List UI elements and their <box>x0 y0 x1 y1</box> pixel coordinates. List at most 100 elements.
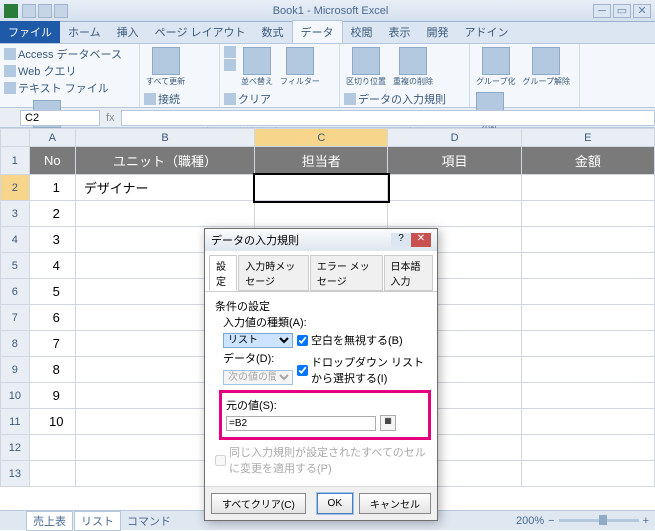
tab-view[interactable]: 表示 <box>381 21 419 43</box>
tab-file[interactable]: ファイル <box>0 21 60 43</box>
minimize-button[interactable]: ─ <box>593 4 611 18</box>
cell-A5[interactable]: 4 <box>29 253 75 279</box>
cell-E10[interactable] <box>521 383 654 409</box>
btn-web[interactable]: Web クエリ <box>4 63 122 79</box>
maximize-button[interactable]: ▭ <box>613 4 631 18</box>
cell-A13[interactable] <box>29 461 75 487</box>
source-input[interactable] <box>226 416 376 431</box>
dialog-tab-error-msg[interactable]: エラー メッセージ <box>310 255 383 291</box>
dialog-tab-settings[interactable]: 設定 <box>209 255 237 291</box>
btn-data-validation[interactable]: データの入力規則 <box>344 91 446 107</box>
btn-group[interactable]: グループ化 <box>474 46 518 88</box>
cell-A7[interactable]: 6 <box>29 305 75 331</box>
cell-E3[interactable] <box>521 201 654 227</box>
zoom-slider[interactable] <box>559 519 639 522</box>
tab-pagelayout[interactable]: ページ レイアウト <box>147 21 254 43</box>
dialog-titlebar[interactable]: データの入力規則 ? ✕ <box>205 229 437 251</box>
cell-C2[interactable] <box>255 175 388 201</box>
btn-refresh-all[interactable]: すべて更新 <box>144 46 187 88</box>
select-all-corner[interactable] <box>1 129 30 147</box>
zoom-out-button[interactable]: − <box>548 515 554 527</box>
row-header-13[interactable]: 13 <box>1 461 30 487</box>
sheet-tab-2[interactable]: リスト <box>74 511 121 531</box>
btn-sort[interactable]: 並べ替え <box>239 46 275 88</box>
dialog-close-button[interactable]: ✕ <box>411 233 431 247</box>
cell-E5[interactable] <box>521 253 654 279</box>
btn-connections[interactable]: 接続 <box>144 91 215 107</box>
header-unit[interactable]: ユニット（職種） <box>75 147 254 175</box>
range-picker-icon[interactable]: ▦ <box>380 415 396 431</box>
cell-B3[interactable] <box>75 201 254 227</box>
row-header-6[interactable]: 6 <box>1 279 30 305</box>
qat-redo-icon[interactable] <box>54 4 68 18</box>
ok-button[interactable]: OK <box>317 493 353 514</box>
btn-filter[interactable]: フィルター <box>278 46 322 88</box>
btn-access[interactable]: Access データベース <box>4 46 122 62</box>
dialog-help-button[interactable]: ? <box>391 233 411 247</box>
tab-formulas[interactable]: 数式 <box>254 21 292 43</box>
row-header-12[interactable]: 12 <box>1 435 30 461</box>
tab-insert[interactable]: 挿入 <box>109 21 147 43</box>
header-no[interactable]: No <box>29 147 75 175</box>
cell-E13[interactable] <box>521 461 654 487</box>
btn-clear[interactable]: クリア <box>224 91 282 107</box>
col-header-D[interactable]: D <box>388 129 521 147</box>
btn-sort-za[interactable] <box>224 59 236 71</box>
tab-data[interactable]: データ <box>292 20 343 43</box>
name-box[interactable]: C2 <box>20 110 100 126</box>
cell-C3[interactable] <box>255 201 388 227</box>
cell-A2[interactable]: 1 <box>29 175 75 201</box>
cell-D3[interactable] <box>388 201 521 227</box>
btn-sort-az[interactable] <box>224 46 236 58</box>
cell-E8[interactable] <box>521 331 654 357</box>
cancel-button[interactable]: キャンセル <box>359 493 431 514</box>
header-item[interactable]: 項目 <box>388 147 521 175</box>
btn-ungroup[interactable]: グループ解除 <box>521 46 573 88</box>
cell-A11[interactable]: 10 <box>29 409 75 435</box>
row-header-8[interactable]: 8 <box>1 331 30 357</box>
cell-E6[interactable] <box>521 279 654 305</box>
dropdown-checkbox[interactable]: ドロップダウン リストから選択する(I) <box>297 354 427 386</box>
allow-select[interactable]: リスト <box>223 333 293 348</box>
cell-A10[interactable]: 9 <box>29 383 75 409</box>
cell-A3[interactable]: 2 <box>29 201 75 227</box>
qat-undo-icon[interactable] <box>38 4 52 18</box>
row-header-3[interactable]: 3 <box>1 201 30 227</box>
cell-B2[interactable]: デザイナー <box>75 175 254 201</box>
row-header-4[interactable]: 4 <box>1 227 30 253</box>
cell-A4[interactable]: 3 <box>29 227 75 253</box>
cell-A8[interactable]: 7 <box>29 331 75 357</box>
col-header-B[interactable]: B <box>75 129 254 147</box>
btn-remove-dup[interactable]: 重複の削除 <box>391 46 435 88</box>
header-amount[interactable]: 金額 <box>521 147 654 175</box>
tab-review[interactable]: 校閲 <box>343 21 381 43</box>
cell-E7[interactable] <box>521 305 654 331</box>
cell-E12[interactable] <box>521 435 654 461</box>
col-header-A[interactable]: A <box>29 129 75 147</box>
zoom-value[interactable]: 200% <box>516 515 544 527</box>
cell-E9[interactable] <box>521 357 654 383</box>
row-header-11[interactable]: 11 <box>1 409 30 435</box>
row-header-7[interactable]: 7 <box>1 305 30 331</box>
col-header-E[interactable]: E <box>521 129 654 147</box>
row-header-1[interactable]: 1 <box>1 147 30 175</box>
header-person[interactable]: 担当者 <box>255 147 388 175</box>
row-header-2[interactable]: 2 <box>1 175 30 201</box>
fx-icon[interactable]: fx <box>106 112 115 124</box>
sheet-tab-1[interactable]: 売上表 <box>26 511 73 531</box>
btn-text-to-columns[interactable]: 区切り位置 <box>344 46 388 88</box>
row-header-10[interactable]: 10 <box>1 383 30 409</box>
qat-save-icon[interactable] <box>22 4 36 18</box>
btn-text[interactable]: テキスト ファイル <box>4 80 122 96</box>
dialog-tab-ime[interactable]: 日本語入力 <box>384 255 434 291</box>
tab-home[interactable]: ホーム <box>60 21 109 43</box>
cell-E11[interactable] <box>521 409 654 435</box>
cell-E2[interactable] <box>521 175 654 201</box>
dialog-tab-input-msg[interactable]: 入力時メッセージ <box>238 255 309 291</box>
tab-addins[interactable]: アドイン <box>457 21 517 43</box>
formula-input[interactable] <box>121 110 655 126</box>
cell-A12[interactable] <box>29 435 75 461</box>
cell-A9[interactable]: 8 <box>29 357 75 383</box>
cell-D2[interactable] <box>388 175 521 201</box>
clear-all-button[interactable]: すべてクリア(C) <box>211 493 306 514</box>
